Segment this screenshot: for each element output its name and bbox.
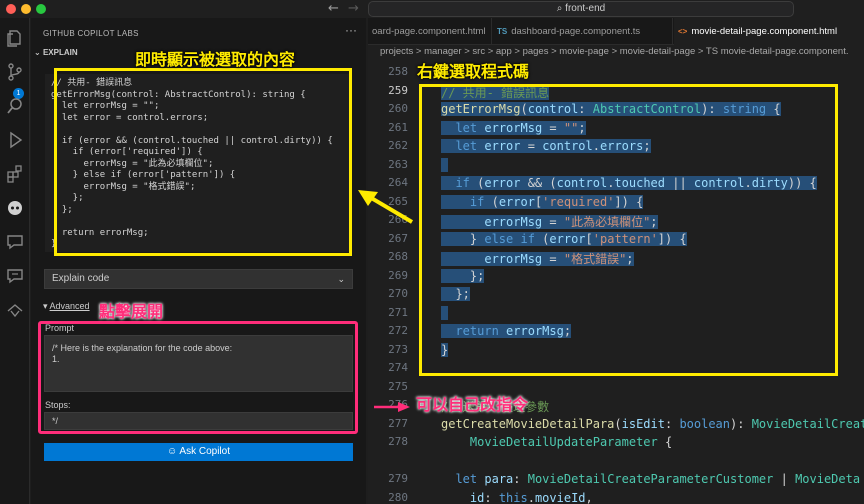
advanced-label: Advanced [49, 301, 90, 311]
chevron-down-icon: ⌄ [337, 274, 345, 284]
line-number: 267 [388, 231, 408, 245]
line-number: 278 [388, 435, 408, 448]
sidebar-title: GITHUB COPILOT LABS [43, 29, 139, 38]
line-number: 275 [388, 379, 408, 393]
chat-icon[interactable] [5, 232, 25, 252]
line-number: 270 [388, 287, 408, 300]
source-control-icon[interactable] [5, 62, 25, 82]
line-number: 260 [388, 102, 408, 115]
advanced-options-highlight [38, 321, 358, 434]
editor-tabs: oard-page.component.html TS dashboard-pag… [368, 18, 864, 45]
line-number: 271 [388, 305, 408, 319]
comments-icon[interactable] [5, 266, 25, 286]
annotation-editable-prompt: 可以自己改指令 [416, 395, 529, 414]
extensions-icon[interactable] [5, 164, 25, 184]
line-number: 268 [388, 250, 408, 263]
line-number: 280 [388, 490, 408, 504]
annotation-selected-content: 即時顯示被選取的內容 [135, 50, 296, 69]
run-debug-icon[interactable] [5, 130, 25, 150]
back-arrow-icon[interactable]: ← [328, 1, 339, 16]
line-number: 272 [388, 324, 408, 337]
ask-copilot-label: Ask Copilot [179, 446, 230, 457]
minimize-window-icon[interactable] [21, 4, 31, 14]
tab-label: movie-detail-page.component.html [691, 26, 838, 37]
search-icon: ⌕ [556, 3, 566, 14]
code-line: MovieDetailUpdateParameter { [469, 435, 673, 449]
pink-arrow-icon [374, 402, 410, 412]
yellow-arrow-icon [358, 190, 414, 224]
tab-dashboard-ts[interactable]: TS dashboard-page.component.ts [493, 18, 673, 45]
selected-code-highlight [419, 84, 838, 376]
selected-content-highlight [54, 68, 352, 256]
line-number: 262 [388, 139, 408, 152]
vscode-window: ← → ⌕ front-end 1 GITHUB COPILOT LABS ··… [0, 0, 864, 504]
line-number-gutter: 258 259 260 261 262 263 264 265 266 267 268 269 270 2… [368, 62, 420, 504]
code-line: getCreateMovieDetailPara(isEdit: boolean… [441, 416, 864, 431]
activity-bar: 1 [0, 18, 30, 504]
line-number: 277 [388, 416, 408, 430]
line-number: 261 [388, 120, 408, 134]
line-number: 263 [388, 157, 408, 171]
code-line: let para: MovieDetailCreateParameterCust… [455, 472, 861, 486]
workspace-name: front-end [565, 3, 606, 14]
tab-label: dashboard-page.component.ts [511, 26, 641, 37]
remote-explorer-icon[interactable] [5, 300, 25, 320]
maximize-window-icon[interactable] [36, 4, 46, 14]
explorer-icon[interactable] [5, 28, 25, 48]
line-number: 258 [388, 65, 408, 78]
chevron-down-icon: ⌄ [34, 48, 43, 57]
tab-dashboard-html[interactable]: oard-page.component.html [368, 18, 492, 45]
explain-section-label: EXPLAIN [42, 48, 78, 57]
explain-mode-dropdown[interactable]: Explain code ⌄ [44, 269, 353, 289]
annotation-right-click-select: 右鍵選取程式碼 [417, 62, 530, 81]
command-center-search[interactable]: ⌕ front-end [368, 1, 794, 17]
breadcrumb[interactable]: projects > manager > src > app > pages >… [380, 46, 849, 57]
title-bar: ← → ⌕ front-end [0, 0, 864, 18]
code-line: id: this.movieId, [469, 490, 593, 504]
typescript-icon: TS [497, 27, 508, 36]
dropdown-value: Explain code [52, 273, 110, 284]
search-view-icon[interactable] [5, 96, 25, 116]
tab-label: oard-page.component.html [372, 26, 486, 37]
copilot-icon: ☺ [166, 446, 180, 457]
annotation-click-expand: 點擊展開 [99, 302, 164, 321]
line-number: 269 [388, 268, 408, 282]
close-window-icon[interactable] [6, 4, 16, 14]
line-number: 259 [388, 83, 408, 97]
line-number: 274 [388, 361, 408, 374]
html-icon: <> [678, 27, 688, 36]
line-number: 273 [388, 342, 408, 356]
more-actions-icon[interactable]: ··· [345, 23, 357, 37]
copilot-labs-icon[interactable] [5, 198, 25, 218]
forward-arrow-icon[interactable]: → [348, 1, 359, 16]
explain-section-header[interactable]: ⌄ EXPLAIN [34, 48, 78, 57]
advanced-toggle[interactable]: ▾ Advanced [43, 301, 90, 312]
ask-copilot-button[interactable]: ☺ Ask Copilot [44, 443, 353, 461]
line-number: 279 [388, 472, 408, 485]
tab-movie-detail-html[interactable]: <> movie-detail-page.component.html [674, 18, 864, 45]
